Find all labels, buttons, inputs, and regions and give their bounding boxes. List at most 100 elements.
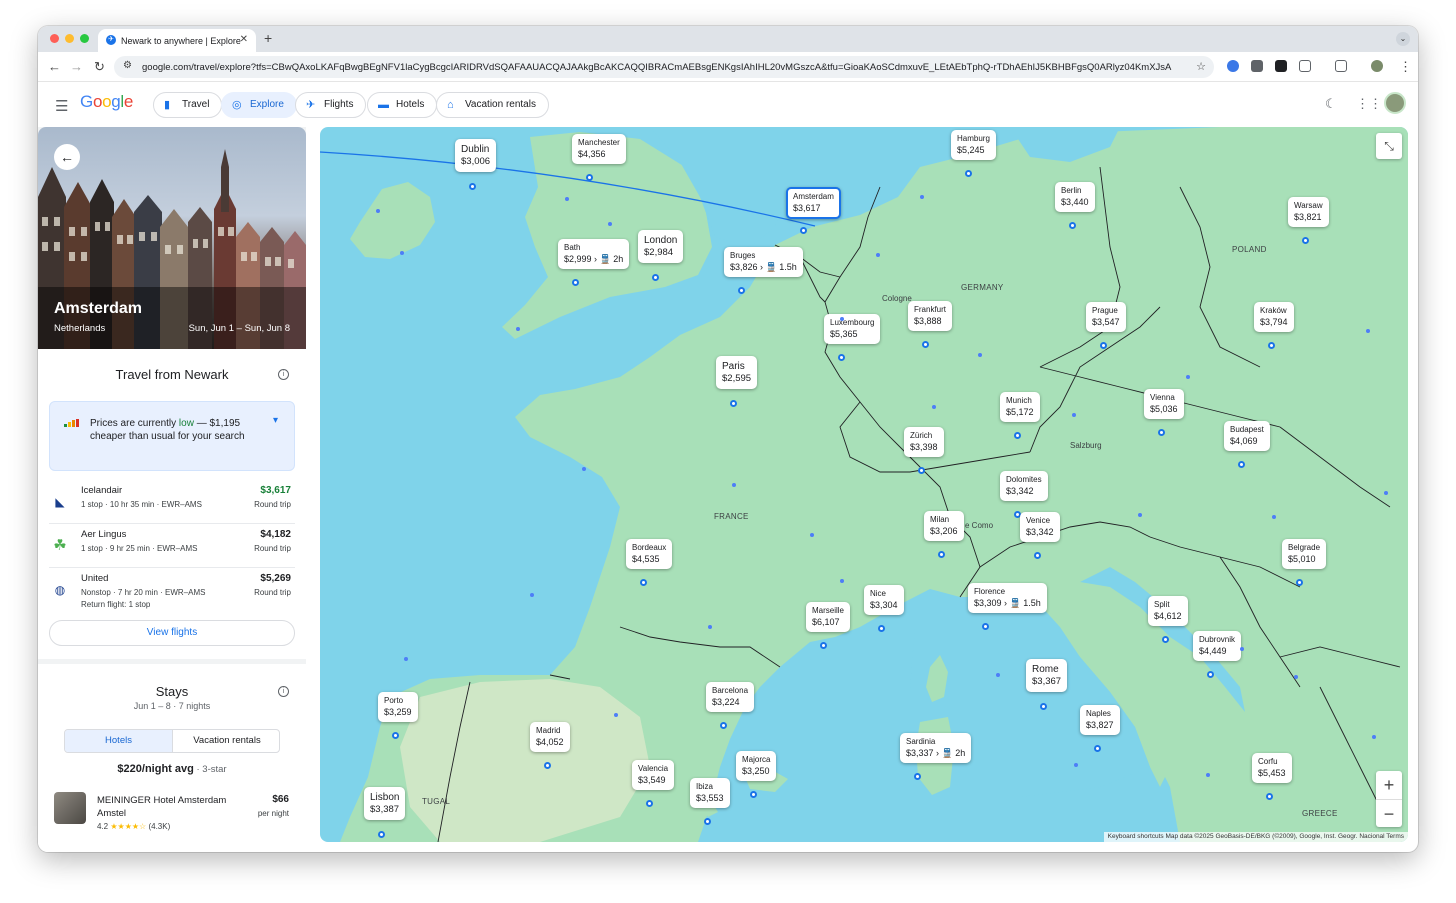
price-marker-milan[interactable]: Milan$3,206 [924,511,964,541]
dark-mode-icon[interactable]: ☾ [1325,96,1337,112]
nav-flights-chip[interactable]: ✈Flights [295,92,366,118]
price-marker-ibiza[interactable]: Ibiza$3,553 [690,778,730,808]
destination-dot[interactable] [1272,515,1276,519]
location-pin[interactable] [1296,579,1303,586]
destination-dot[interactable] [876,253,880,257]
location-pin[interactable] [1100,342,1107,349]
destination-dot[interactable] [1186,375,1190,379]
price-insight-box[interactable]: Prices are currently low — $1,195 cheape… [49,401,295,471]
destination-dot[interactable] [1366,329,1370,333]
price-marker-barcelona[interactable]: Barcelona$3,224 [706,682,754,712]
extension-icon[interactable] [1275,60,1287,72]
price-marker-florence[interactable]: Florence$3,309 › 🚆 1.5h [968,583,1047,613]
price-marker-manchester[interactable]: Manchester$4,356 [572,134,626,164]
price-marker-budapest[interactable]: Budapest$4,069 [1224,421,1270,451]
flight-option[interactable]: ◍ United Nonstop · 7 hr 20 min · EWR–AMS… [49,569,295,613]
destination-dates[interactable]: Sun, Jun 1 – Sun, Jun 8 [189,323,290,334]
nav-travel-chip[interactable]: ▮Travel [153,92,222,118]
flight-option[interactable]: ☘ Aer Lingus 1 stop · 9 hr 25 min · EWR–… [49,525,295,568]
destination-dot[interactable] [516,327,520,331]
price-marker-prague[interactable]: Prague$3,547 [1086,302,1126,332]
nav-hotels-chip[interactable]: ▬Hotels [367,92,437,118]
price-marker-krak-w[interactable]: Kraków$3,794 [1254,302,1294,332]
nav-explore-chip[interactable]: ◎Explore [221,92,297,118]
profile-avatar[interactable] [1371,60,1383,72]
location-pin[interactable] [1158,429,1165,436]
location-pin[interactable] [1094,745,1101,752]
destination-dot[interactable] [404,657,408,661]
apps-grid-icon[interactable]: ⋮⋮ [1356,96,1382,112]
tab-search-icon[interactable]: ⌄ [1396,32,1410,46]
price-marker-warsaw[interactable]: Warsaw$3,821 [1288,197,1329,227]
destination-dot[interactable] [810,533,814,537]
location-pin[interactable] [1040,703,1047,710]
menu-hamburger-icon[interactable]: ☰ [55,97,68,115]
location-pin[interactable] [1162,636,1169,643]
location-pin[interactable] [392,732,399,739]
explore-map[interactable]: GERMANY POLAND FRANCE GREECE TUGAL Colog… [320,127,1408,842]
price-marker-nice[interactable]: Nice$3,304 [864,585,904,615]
price-marker-venice[interactable]: Venice$3,342 [1020,512,1060,542]
location-pin[interactable] [730,400,737,407]
location-pin[interactable] [652,274,659,281]
destination-dot[interactable] [840,317,844,321]
destination-dot[interactable] [732,483,736,487]
price-marker-naples[interactable]: Naples$3,827 [1080,705,1120,735]
extensions-puzzle-icon[interactable] [1299,60,1311,72]
price-marker-vienna[interactable]: Vienna$5,036 [1144,389,1184,419]
nav-vacation-rentals-chip[interactable]: ⌂Vacation rentals [436,92,549,118]
destination-dot[interactable] [1384,491,1388,495]
extension-icon[interactable] [1227,60,1239,72]
destination-dot[interactable] [1074,763,1078,767]
destination-dot[interactable] [582,467,586,471]
price-marker-belgrade[interactable]: Belgrade$5,010 [1282,539,1326,569]
location-pin[interactable] [914,773,921,780]
price-marker-amsterdam[interactable]: Amsterdam$3,617 [786,187,841,219]
location-pin[interactable] [922,341,929,348]
location-pin[interactable] [704,818,711,825]
destination-dot[interactable] [565,197,569,201]
price-marker-bath[interactable]: Bath$2,999 › 🚆 2h [558,239,629,269]
location-pin[interactable] [918,467,925,474]
side-panel-icon[interactable] [1335,60,1347,72]
menu-kebab-icon[interactable]: ⋮ [1399,59,1412,75]
price-marker-valencia[interactable]: Valencia$3,549 [632,760,674,790]
destination-dot[interactable] [1206,773,1210,777]
destination-dot[interactable] [376,209,380,213]
zoom-in-button[interactable]: + [1376,771,1402,799]
back-arrow-icon[interactable]: ← [48,59,61,74]
destination-dot[interactable] [614,713,618,717]
close-tab-icon[interactable]: ✕ [240,34,248,45]
price-marker-corfu[interactable]: Corfu$5,453 [1252,753,1292,783]
destination-dot[interactable] [1138,513,1142,517]
price-marker-porto[interactable]: Porto$3,259 [378,692,418,722]
location-pin[interactable] [1034,552,1041,559]
minimize-window-button[interactable] [65,34,74,43]
location-pin[interactable] [469,183,476,190]
price-marker-bruges[interactable]: Bruges$3,826 › 🚆 1.5h [724,247,803,277]
extension-icon[interactable] [1251,60,1263,72]
address-bar[interactable]: ⚙ google.com/travel/explore?tfs=CBwQAxoL… [114,56,1214,78]
location-pin[interactable] [938,551,945,558]
price-marker-frankfurt[interactable]: Frankfurt$3,888 [908,301,952,331]
price-marker-hamburg[interactable]: Hamburg$5,245 [951,130,996,160]
reload-icon[interactable]: ↻ [94,59,105,75]
destination-dot[interactable] [1294,675,1298,679]
location-pin[interactable] [738,287,745,294]
price-marker-madrid[interactable]: Madrid$4,052 [530,722,570,752]
destination-dot[interactable] [978,353,982,357]
location-pin[interactable] [1207,671,1214,678]
destination-dot[interactable] [840,579,844,583]
price-marker-majorca[interactable]: Majorca$3,250 [736,751,776,781]
back-arrow-button[interactable]: ← [54,144,80,170]
location-pin[interactable] [586,174,593,181]
destination-dot[interactable] [530,593,534,597]
browser-tab[interactable]: ✈ Newark to anywhere | Explore ✕ [98,29,256,52]
chevron-down-icon[interactable]: ▾ [273,415,278,426]
location-pin[interactable] [544,762,551,769]
info-icon[interactable]: i [278,369,289,380]
price-marker-paris[interactable]: Paris$2,595 [716,356,757,389]
price-marker-rome[interactable]: Rome$3,367 [1026,659,1067,692]
price-marker-bordeaux[interactable]: Bordeaux$4,535 [626,539,672,569]
hotel-name[interactable]: MEININGER Hotel Amsterdam Amstel [97,794,247,820]
